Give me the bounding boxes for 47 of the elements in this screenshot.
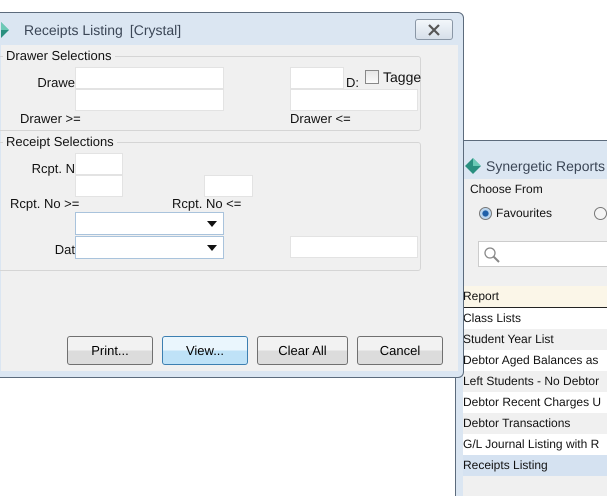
radio-button[interactable]: Favourites [479, 206, 552, 220]
dialog-button[interactable]: Print... [67, 336, 153, 365]
group-legend: Drawer Selections [3, 48, 114, 63]
report-row[interactable]: Debtor Aged Balances as [463, 350, 607, 371]
gem-icon [1, 22, 9, 38]
radio-label: Favourites [496, 206, 552, 220]
field-label: Rcpt. No <= [172, 197, 242, 211]
field-label: Drawer <= [290, 112, 351, 126]
dialog-button[interactable]: View... [162, 336, 248, 365]
field-label: Drawer >= [20, 112, 81, 126]
report-row[interactable]: G/L Journal Listing with R [463, 434, 607, 455]
input-field[interactable] [290, 236, 418, 258]
caret-icon [207, 244, 217, 250]
input-field[interactable] [75, 89, 224, 111]
radio-button[interactable] [594, 206, 607, 220]
dialog-button[interactable]: Clear All [257, 336, 348, 365]
window-title: Receipts Listing [24, 22, 123, 38]
field-label: D: [346, 76, 359, 90]
column-header[interactable]: Report [463, 286, 607, 308]
input-field[interactable] [75, 153, 123, 175]
tagged-checkbox[interactable]: Tagge [365, 69, 422, 85]
checkbox-label: Tagge [383, 69, 422, 85]
field-label: Rcpt. No >= [10, 197, 80, 211]
input-field[interactable] [204, 175, 253, 197]
dialog-button[interactable]: Cancel [357, 336, 443, 365]
input-field[interactable] [290, 89, 418, 111]
dropdown[interactable] [75, 236, 224, 259]
report-row[interactable]: Receipts Listing [463, 455, 607, 476]
dropdown[interactable] [75, 212, 224, 235]
close-button[interactable] [415, 19, 453, 40]
group-legend: Receipt Selections [3, 134, 117, 149]
field-label: Drawe [37, 76, 75, 90]
search-field[interactable] [478, 241, 607, 267]
search-icon [483, 246, 500, 262]
input-field[interactable] [75, 175, 123, 197]
report-row[interactable]: Debtor Recent Charges U [463, 392, 607, 413]
window-subtitle: [Crystal] [130, 22, 182, 38]
report-row[interactable]: Class Lists [463, 308, 607, 329]
input-field[interactable] [290, 67, 344, 89]
close-icon [427, 24, 441, 36]
gem-icon [465, 158, 481, 174]
input-field[interactable] [75, 67, 224, 89]
caret-icon [207, 220, 217, 226]
field-label: Dat [54, 243, 75, 257]
group-legend: Choose From [470, 182, 543, 196]
field-label: Rcpt. N [32, 162, 75, 176]
window-title: Synergetic Reports [486, 158, 606, 174]
